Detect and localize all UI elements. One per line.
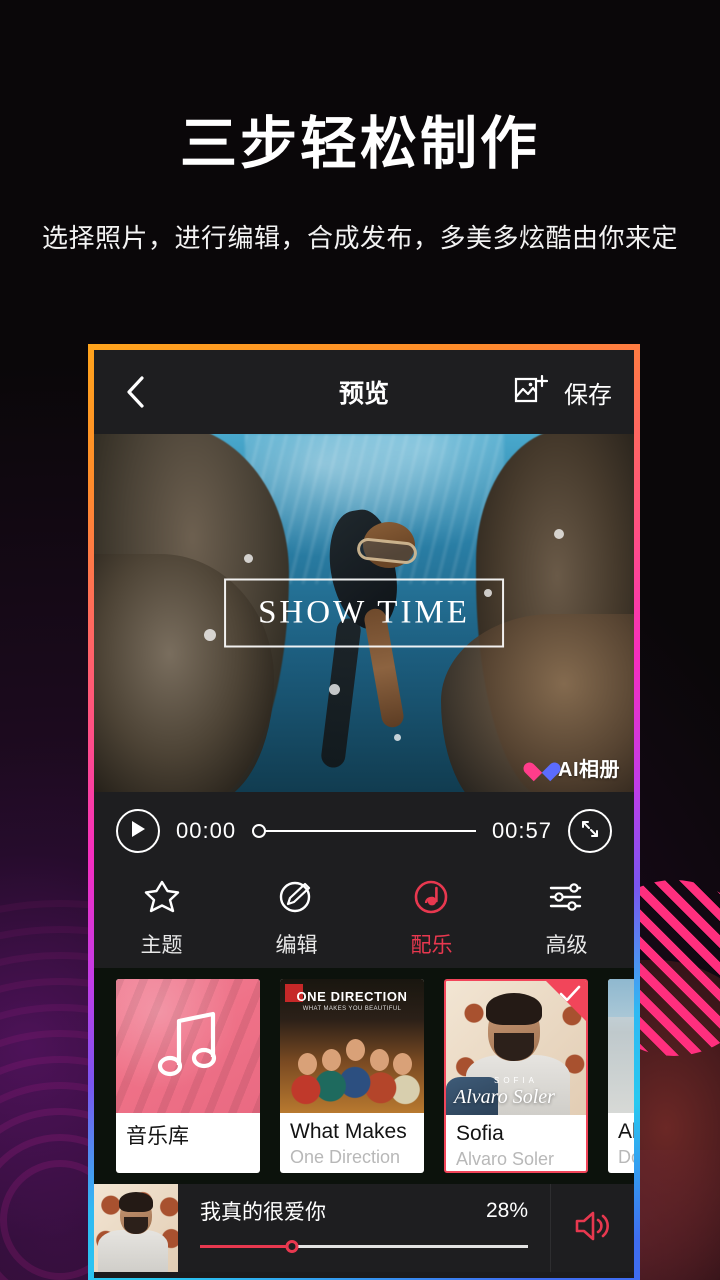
showtime-text: SHOW TIME xyxy=(258,594,470,631)
promo-headline: 三步轻松制作 xyxy=(180,112,540,176)
music-card-title: Sofia xyxy=(456,1122,504,1145)
phone-mockup-frame: 预览 保存 SHOW TIME AI相册 00:00 00:57 主题 编辑 配… xyxy=(88,344,640,1280)
thumb-beard xyxy=(124,1217,148,1234)
check-icon xyxy=(559,985,581,1008)
watermark: AI相册 xyxy=(531,753,620,782)
music-card-meta: 音乐库 xyxy=(116,1113,260,1150)
art-album-small-text: SOFIA xyxy=(493,1076,538,1085)
now-playing-title: 我真的很爱你 xyxy=(200,1201,326,1224)
art-artist-signature: Alvaro Soler xyxy=(454,1086,555,1108)
face xyxy=(370,1049,389,1071)
editor-tab-bar: 主题 编辑 配乐 高级 xyxy=(94,870,634,968)
music-library-art xyxy=(116,979,260,1113)
tab-music[interactable]: 配乐 xyxy=(364,870,499,968)
volume-knob[interactable] xyxy=(285,1239,299,1253)
bubble xyxy=(244,554,253,563)
progress-knob[interactable] xyxy=(252,824,267,838)
bubble xyxy=(554,529,564,539)
tab-edit[interactable]: 编辑 xyxy=(229,870,364,968)
mute-button[interactable] xyxy=(550,1184,634,1272)
music-card-meta: Sofia Alvaro Soler xyxy=(446,1115,586,1170)
heart-logo-icon xyxy=(531,758,553,778)
promo-text-block: 三步轻松制作 选择照片，进行编辑，合成发布，多美多炫酷由你来定 xyxy=(0,112,720,255)
face xyxy=(322,1049,341,1071)
music-card-art: ONE DIRECTION WHAT MAKES YOU BEAUTIFUL xyxy=(280,979,424,1113)
now-playing-row: 我真的很爱你 28% xyxy=(200,1196,528,1226)
chevron-left-icon xyxy=(124,375,146,409)
tab-advanced-label: 高级 xyxy=(545,934,588,957)
art-band-faces xyxy=(280,1031,424,1087)
now-playing-thumbnail[interactable] xyxy=(94,1184,178,1272)
music-card-title: Al xyxy=(618,1120,634,1143)
player-controls: 00:00 00:57 xyxy=(94,792,634,870)
tab-theme-label: 主题 xyxy=(140,934,183,957)
total-time-label: 00:57 xyxy=(491,818,552,843)
music-card-meta: Al Do xyxy=(608,1113,634,1168)
face xyxy=(346,1039,365,1061)
thumb-shirt xyxy=(98,1230,168,1272)
app-header: 预览 保存 xyxy=(94,350,634,434)
volume-slider[interactable] xyxy=(200,1239,528,1253)
music-card-art xyxy=(608,979,634,1113)
face xyxy=(298,1053,317,1075)
music-card-sofia[interactable]: SOFIA Alvaro Soler Sofia Alvaro Soler xyxy=(444,979,588,1173)
music-card-artist: Alvaro Soler xyxy=(456,1149,555,1169)
art-band-name: ONE DIRECTION xyxy=(296,989,408,1004)
volume-fill xyxy=(200,1244,292,1248)
pencil-circle-icon xyxy=(278,879,316,920)
thumb-hair xyxy=(119,1192,153,1212)
progress-track xyxy=(258,830,476,832)
face xyxy=(393,1053,412,1075)
art-person-beard xyxy=(494,1033,534,1061)
music-card-artist: Do xyxy=(618,1147,634,1167)
music-card-artist: One Direction xyxy=(290,1147,401,1167)
play-button[interactable] xyxy=(116,809,160,853)
music-card-title: 音乐库 xyxy=(126,1125,189,1148)
promo-subline: 选择照片，进行编辑，合成发布，多美多炫酷由你来定 xyxy=(41,222,678,253)
music-card-title: What Makes xyxy=(290,1120,407,1143)
music-card-list[interactable]: 音乐库 ONE DIRECTION WHAT MAKES YOU BEAUTIF… xyxy=(94,968,634,1184)
app-screen: 预览 保存 SHOW TIME AI相册 00:00 00:57 主题 编辑 配… xyxy=(94,350,634,1278)
now-playing-bar: 我真的很爱你 28% xyxy=(94,1184,634,1272)
music-disc-icon xyxy=(413,879,451,920)
watermark-text: AI相册 xyxy=(558,759,620,781)
star-outline-icon xyxy=(143,879,181,920)
speaker-icon xyxy=(573,1208,613,1249)
showtime-overlay: SHOW TIME xyxy=(224,578,504,648)
current-time-label: 00:00 xyxy=(176,818,237,843)
fullscreen-button[interactable] xyxy=(568,809,612,853)
video-preview-area[interactable]: SHOW TIME AI相册 xyxy=(94,434,634,792)
expand-icon xyxy=(579,818,601,845)
music-card-meta: What Makes One Direction xyxy=(280,1113,424,1168)
header-actions: 保存 xyxy=(514,374,612,410)
bubble xyxy=(329,684,340,695)
now-playing-info: 我真的很爱你 28% xyxy=(178,1184,550,1272)
thumbnail-art xyxy=(94,1184,178,1272)
tab-advanced[interactable]: 高级 xyxy=(499,870,634,968)
art-song-name: WHAT MAKES YOU BEAUTIFUL xyxy=(302,1006,402,1012)
playback-progress-slider[interactable] xyxy=(252,822,476,840)
music-card-art: SOFIA Alvaro Soler xyxy=(446,981,586,1115)
tab-edit-label: 编辑 xyxy=(275,934,318,957)
music-card-library[interactable]: 音乐库 xyxy=(116,979,260,1173)
music-card-one-direction[interactable]: ONE DIRECTION WHAT MAKES YOU BEAUTIFUL W… xyxy=(280,979,424,1173)
tab-theme[interactable]: 主题 xyxy=(94,870,229,968)
save-button[interactable]: 保存 xyxy=(564,375,612,410)
art-person-hair xyxy=(486,993,542,1025)
play-icon xyxy=(129,819,147,844)
sliders-icon xyxy=(548,879,586,920)
bubble xyxy=(394,734,401,741)
volume-percent-label: 28% xyxy=(485,1199,528,1222)
back-button[interactable] xyxy=(116,373,154,411)
image-add-icon[interactable] xyxy=(514,374,549,410)
music-card-next[interactable]: Al Do xyxy=(608,979,634,1173)
tab-music-label: 配乐 xyxy=(410,934,453,957)
bubble xyxy=(204,629,216,641)
